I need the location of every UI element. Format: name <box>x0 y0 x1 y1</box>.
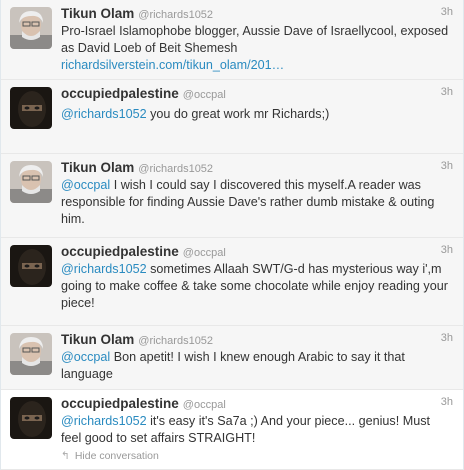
tweet-text: Pro-Israel Islamophobe blogger, Aussie D… <box>61 23 453 74</box>
reply-arrow-icon: ↰ <box>61 450 70 462</box>
tweet-text-body: you do great work mr Richards;) <box>146 107 330 121</box>
author-handle[interactable]: @occpal <box>183 399 226 411</box>
tweet-timestamp[interactable]: 3h <box>441 160 453 172</box>
mention-link[interactable]: @occpal <box>61 178 110 192</box>
tweet-timestamp[interactable]: 3h <box>441 396 453 408</box>
tweet-item[interactable]: Tikun Olam @richards1052 3h @occpal Bon a… <box>1 326 463 390</box>
hide-conversation-button[interactable]: ↰ Hide conversation <box>61 450 159 462</box>
tweet-text: @richards1052 it's easy it's Sa7a ;) And… <box>61 413 453 447</box>
author-handle[interactable]: @richards1052 <box>138 9 213 21</box>
tweet-timestamp[interactable]: 3h <box>441 332 453 344</box>
mention-link[interactable]: @richards1052 <box>61 414 147 428</box>
author-name[interactable]: Tikun Olam <box>61 160 134 175</box>
tweet-text: @occpal Bon apetit! I wish I knew enough… <box>61 349 453 383</box>
tweet-item[interactable]: occupiedpalestine @occpal 3h @richards105… <box>1 80 463 154</box>
tweet-text-body: Bon apetit! I wish I knew enough Arabic … <box>61 350 405 381</box>
tweet-text: @richards1052 sometimes Allaah SWT/G-d h… <box>61 261 453 312</box>
author-handle[interactable]: @richards1052 <box>138 335 213 347</box>
author-name[interactable]: occupiedpalestine <box>61 244 179 259</box>
avatar-occupiedpalestine[interactable] <box>10 87 52 129</box>
author-name[interactable]: Tikun Olam <box>61 332 134 347</box>
tweet-text-body: I wish I could say I discovered this mys… <box>61 178 435 226</box>
author-name[interactable]: occupiedpalestine <box>61 396 179 411</box>
tweet-timestamp[interactable]: 3h <box>441 6 453 18</box>
author-handle[interactable]: @occpal <box>183 247 226 259</box>
tweet-text-body: Pro-Israel Islamophobe blogger, Aussie D… <box>61 24 449 55</box>
avatar-tikun-olam[interactable] <box>10 333 52 375</box>
mention-link[interactable]: @richards1052 <box>61 107 147 121</box>
tweet-item[interactable]: Tikun Olam @richards1052 3h Pro-Israel Is… <box>1 0 463 80</box>
tweet-item[interactable]: occupiedpalestine @occpal 3h @richards105… <box>1 238 463 326</box>
tweet-text: @richards1052 you do great work mr Richa… <box>61 106 453 123</box>
author-name[interactable]: occupiedpalestine <box>61 86 179 101</box>
tweet-text: @occpal I wish I could say I discovered … <box>61 177 453 228</box>
avatar-occupiedpalestine[interactable] <box>10 397 52 439</box>
avatar-occupiedpalestine[interactable] <box>10 245 52 287</box>
tweet-timestamp[interactable]: 3h <box>441 244 453 256</box>
tweet-item[interactable]: Tikun Olam @richards1052 3h @occpal I wis… <box>1 154 463 238</box>
author-handle[interactable]: @occpal <box>183 89 226 101</box>
avatar-tikun-olam[interactable] <box>10 7 52 49</box>
hide-conversation-label: Hide conversation <box>74 450 159 462</box>
tweet-link[interactable]: richardsilverstein.com/tikun_olam/201… <box>61 58 284 72</box>
mention-link[interactable]: @richards1052 <box>61 262 147 276</box>
author-name[interactable]: Tikun Olam <box>61 6 134 21</box>
mention-link[interactable]: @occpal <box>61 350 110 364</box>
tweet-timestamp[interactable]: 3h <box>441 86 453 98</box>
avatar-tikun-olam[interactable] <box>10 161 52 203</box>
tweet-timeline: Tikun Olam @richards1052 3h Pro-Israel Is… <box>0 0 464 470</box>
author-handle[interactable]: @richards1052 <box>138 163 213 175</box>
